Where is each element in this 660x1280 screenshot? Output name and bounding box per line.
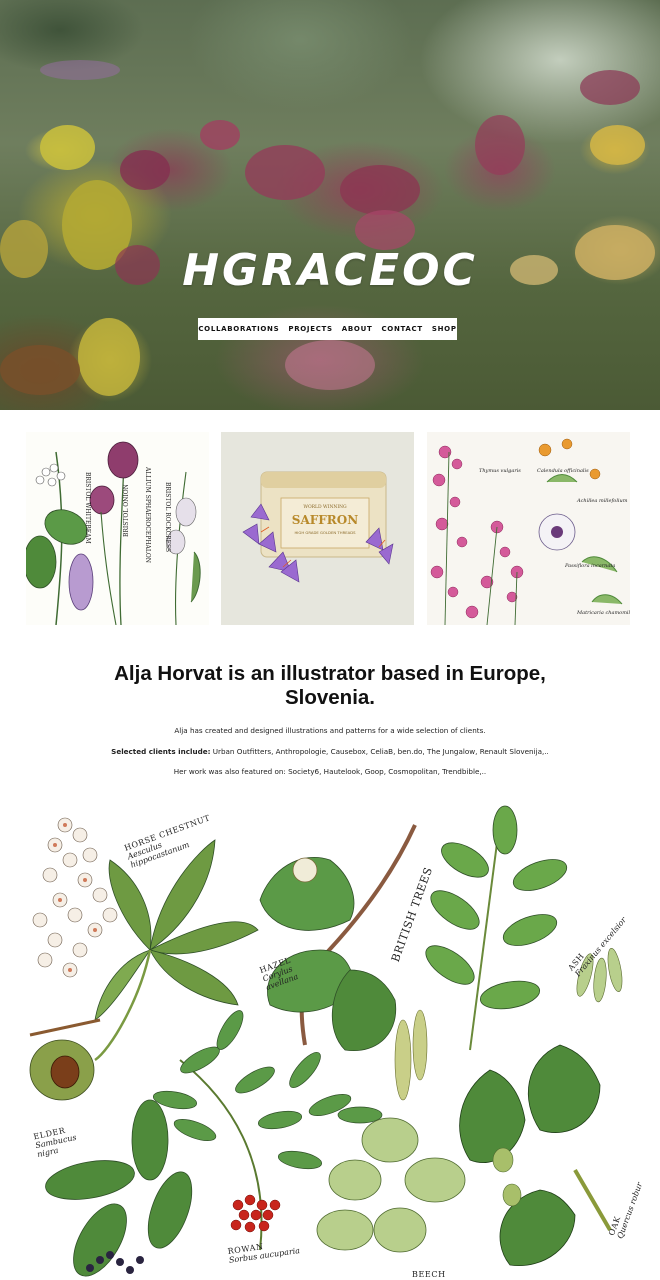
oak-twig [573, 1168, 612, 1232]
intro-description: Alja has created and designed illustrati… [174, 726, 486, 735]
gallery-tile-medicinal-herbs[interactable]: Calendula officinalis Thymus vulgaris Ac… [427, 432, 630, 625]
tile1-label: BRISTOL ONION [123, 484, 130, 537]
oregano-flower [580, 70, 640, 105]
hazelnut [292, 857, 318, 883]
intro-headline-line2: Slovenia. [284, 686, 375, 709]
tile1-label: BRISTOL WHITEBEAM [84, 472, 91, 544]
oregano-flower [245, 145, 325, 200]
main-nav: COLLABORATIONS PROJECTS ABOUT CONTACT SH… [198, 318, 457, 340]
tile3-label: Achillea millefolium [576, 498, 628, 504]
intro-featured: Her work was also featured on: Society6,… [173, 767, 487, 776]
beech-leaves [316, 1117, 466, 1253]
nav-contact[interactable]: CONTACT [381, 325, 422, 333]
oregano-flower [285, 340, 375, 390]
ash-leaflets [425, 805, 568, 1010]
tile3-label: Thymus vulgaris [479, 468, 521, 474]
lavender-flower [40, 60, 120, 80]
oak-leaves [459, 1044, 601, 1267]
oregano-flower [120, 150, 170, 190]
yarrow-flower [590, 125, 645, 165]
tile3-label: Matricaria chamomilla [576, 610, 630, 616]
oregano-flower [340, 165, 420, 215]
british-trees-illustration[interactable]: HORSE CHESTNUT Aesculus hippocastanum HA… [0, 800, 660, 1280]
project-gallery: BRISTOL WHITEBEAM ALLIUM SPHAEROCEPHALON… [0, 432, 660, 627]
product-label: SAFFRON [292, 513, 358, 527]
product-top-text: WORLD WINNING [303, 504, 347, 510]
acorns [492, 1147, 522, 1207]
horse-chestnut-leaves [94, 839, 259, 1021]
yarrow-flower [78, 318, 140, 396]
british-trees-artwork [29, 805, 623, 1277]
bristol-botanicals-illustration: BRISTOL WHITEBEAM ALLIUM SPHAEROCEPHALON… [26, 441, 201, 625]
tile1-label: BRISTOL ROCKCRESS [164, 482, 171, 552]
gallery-tile-bristol-botanicals[interactable]: BRISTOL WHITEBEAM ALLIUM SPHAEROCEPHALON… [26, 432, 209, 625]
hazel-leaves [259, 857, 397, 1052]
intro-headline: Alja Horvat is an illustrator based in E… [40, 662, 620, 710]
horse-chestnut-flowers [32, 817, 118, 978]
saffron-product-illustration: WORLD WINNING SAFFRON HIGH GRADE GOLDEN … [242, 471, 394, 583]
intro-headline-line1: Alja Horvat is an illustrator based in E… [114, 662, 546, 685]
label-beech: BEECH [412, 1270, 446, 1279]
nav-collaborations[interactable]: COLLABORATIONS [198, 325, 279, 333]
yarrow-flower [40, 125, 95, 170]
site-title[interactable]: HGRACEOC [0, 245, 660, 296]
intro-clients: Selected clients include: Urban Outfitte… [20, 747, 640, 756]
hero-banner: HGRACEOC COLLABORATIONS PROJECTS ABOUT C… [0, 0, 660, 410]
conker-seed [50, 1055, 80, 1089]
gallery-tile-saffron[interactable]: WORLD WINNING SAFFRON HIGH GRADE GOLDEN … [221, 432, 414, 625]
nav-about[interactable]: ABOUT [342, 325, 373, 333]
nav-projects[interactable]: PROJECTS [288, 325, 332, 333]
oregano-flower [200, 120, 240, 150]
dried-flower [0, 345, 80, 395]
hazel-catkins [394, 1009, 428, 1101]
oregano-flower [475, 115, 525, 175]
rowan-berries [230, 1194, 281, 1233]
tile3-label: Passiflora incarnata [564, 563, 615, 569]
tile3-label: Calendula officinalis [537, 468, 589, 474]
oregano-flower [355, 210, 415, 250]
product-sub-text: HIGH GRADE GOLDEN THREADS [294, 530, 356, 535]
conker-twig [29, 1018, 101, 1037]
clients-label: Selected clients include: [111, 747, 211, 756]
medicinal-herbs-illustration: Calendula officinalis Thymus vulgaris Ac… [430, 438, 630, 625]
clients-text: Urban Outfitters, Anthropologie, Causebo… [210, 747, 549, 756]
tile1-label: ALLIUM SPHAEROCEPHALON [144, 466, 151, 563]
nav-shop[interactable]: SHOP [432, 325, 457, 333]
